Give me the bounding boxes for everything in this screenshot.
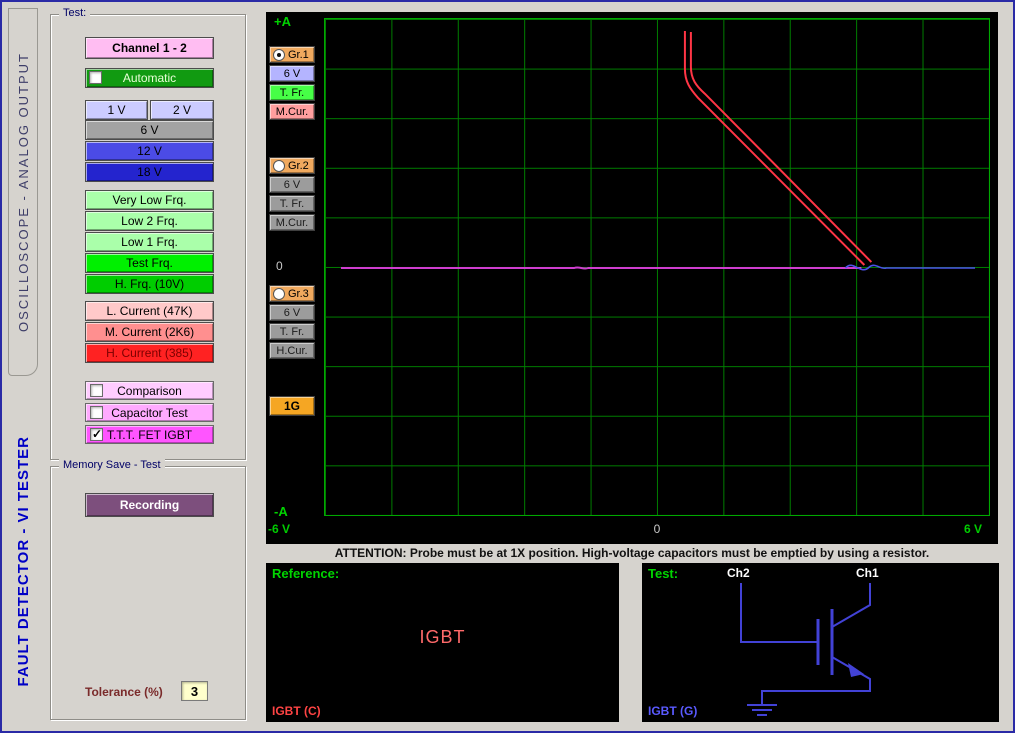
group2-radio-row[interactable]: Gr.2 (269, 157, 315, 174)
group3-radio-label: Gr.3 (288, 288, 309, 300)
schematic-collector-wire (832, 583, 870, 627)
group2-current-button[interactable]: M.Cur. (269, 214, 315, 231)
schematic-ground-symbol (747, 705, 777, 715)
y-axis-zero-label: 0 (276, 259, 283, 273)
scope-trace-canvas (325, 19, 989, 515)
channel-1-2-button[interactable]: Channel 1 - 2 (85, 37, 214, 59)
reference-panel-title: Reference: (272, 566, 339, 581)
test-panel-title: Test: (648, 566, 678, 581)
ch1-label: Ch1 (856, 566, 879, 580)
ch2-label: Ch2 (727, 566, 750, 580)
trace-blue-zero-line (845, 265, 975, 269)
group1-current-button[interactable]: M.Cur. (269, 103, 315, 120)
trace-red-outer (685, 31, 864, 265)
freq-low2-button[interactable]: Low 2 Frq. (85, 211, 214, 231)
memory-save-groupbox: Memory Save - Test Recording Tolerance (… (50, 466, 246, 720)
ttt-fet-igbt-checkbox[interactable] (90, 428, 103, 441)
group3-radio[interactable] (273, 288, 285, 300)
oscilloscope-analog-output-label: OSCILLOSCOPE - ANALOG OUTPUT (16, 52, 31, 332)
capacitor-test-option[interactable]: Capacitor Test (85, 403, 214, 422)
group1-radio-label: Gr.1 (288, 49, 309, 61)
tolerance-input[interactable] (181, 681, 208, 701)
x-axis-center-label: 0 (647, 522, 667, 536)
current-high-button[interactable]: H. Current (385) (85, 343, 214, 363)
fault-detector-strip: FAULT DETECTOR - VI TESTER (8, 400, 38, 722)
ttt-fet-igbt-label: T.T.T. FET IGBT (107, 428, 192, 442)
capacitor-test-checkbox[interactable] (90, 406, 103, 419)
comparison-option[interactable]: Comparison (85, 381, 214, 400)
freq-very-low-button[interactable]: Very Low Frq. (85, 190, 214, 210)
oscilloscope-output-tab[interactable]: OSCILLOSCOPE - ANALOG OUTPUT (8, 8, 38, 376)
reference-pin-label: IGBT (C) (272, 704, 321, 718)
freq-high-button[interactable]: H. Frq. (10V) (85, 274, 214, 294)
test-groupbox-title: Test: (59, 7, 90, 19)
reference-device-label: IGBT (266, 627, 619, 648)
group3-radio-row[interactable]: Gr.3 (269, 285, 315, 302)
group2-radio[interactable] (273, 160, 285, 172)
attention-warning-text: ATTENTION: Probe must be at 1X position.… (266, 546, 998, 560)
memory-save-groupbox-title: Memory Save - Test (59, 459, 165, 471)
app-window: OSCILLOSCOPE - ANALOG OUTPUT FAULT DETEC… (0, 0, 1015, 733)
group2-voltage-button[interactable]: 6 V (269, 176, 315, 193)
automatic-button[interactable]: Automatic (85, 68, 214, 88)
comparison-checkbox[interactable] (90, 384, 103, 397)
test-panel: Test: Ch2 Ch1 IGBT (G) (642, 563, 999, 722)
group1-radio-row[interactable]: Gr.1 (269, 46, 315, 63)
test-pin-label: IGBT (G) (648, 704, 697, 718)
reference-panel: Reference: IGBT IGBT (C) (266, 563, 619, 722)
x-axis-right-label: 6 V (964, 522, 982, 536)
fault-detector-title: FAULT DETECTOR - VI TESTER (15, 436, 32, 686)
recording-button[interactable]: Recording (85, 493, 214, 517)
gain-1g-button[interactable]: 1G (269, 396, 315, 416)
y-axis-bottom-label: -A (274, 504, 288, 519)
test-groupbox: Test: Channel 1 - 2 Automatic 1 V 2 V 6 … (50, 14, 246, 460)
current-medium-button[interactable]: M. Current (2K6) (85, 322, 214, 342)
freq-test-button[interactable]: Test Frq. (85, 253, 214, 273)
freq-low1-button[interactable]: Low 1 Frq. (85, 232, 214, 252)
igbt-schematic (642, 563, 999, 722)
group1-voltage-button[interactable]: 6 V (269, 65, 315, 82)
schematic-emitter-wire (762, 657, 870, 705)
capacitor-test-label: Capacitor Test (111, 406, 187, 420)
trace-magenta-zero-line (341, 267, 861, 268)
voltage-2v-button[interactable]: 2 V (150, 100, 214, 120)
automatic-label: Automatic (123, 71, 176, 85)
group1-frequency-button[interactable]: T. Fr. (269, 84, 315, 101)
comparison-label: Comparison (117, 384, 182, 398)
current-low-button[interactable]: L. Current (47K) (85, 301, 214, 321)
automatic-checkbox[interactable] (89, 71, 102, 84)
group2-radio-label: Gr.2 (288, 160, 309, 172)
voltage-1v-button[interactable]: 1 V (85, 100, 148, 120)
oscilloscope-display: +A 0 -A Gr.1 6 V T. Fr. M.Cur. Gr.2 6 V … (266, 12, 998, 544)
voltage-12v-button[interactable]: 12 V (85, 141, 214, 161)
voltage-6v-button[interactable]: 6 V (85, 120, 214, 140)
group3-frequency-button[interactable]: T. Fr. (269, 323, 315, 340)
ttt-fet-igbt-option[interactable]: T.T.T. FET IGBT (85, 425, 214, 444)
voltage-18v-button[interactable]: 18 V (85, 162, 214, 182)
tolerance-label: Tolerance (%) (85, 685, 163, 699)
group2-frequency-button[interactable]: T. Fr. (269, 195, 315, 212)
scope-grid (324, 18, 990, 516)
group1-radio[interactable] (273, 49, 285, 61)
trace-red-inner (691, 32, 871, 262)
schematic-gate-wire (741, 583, 818, 642)
group3-voltage-button[interactable]: 6 V (269, 304, 315, 321)
y-axis-top-label: +A (274, 14, 291, 29)
group3-current-button[interactable]: H.Cur. (269, 342, 315, 359)
x-axis-left-label: -6 V (268, 522, 290, 536)
